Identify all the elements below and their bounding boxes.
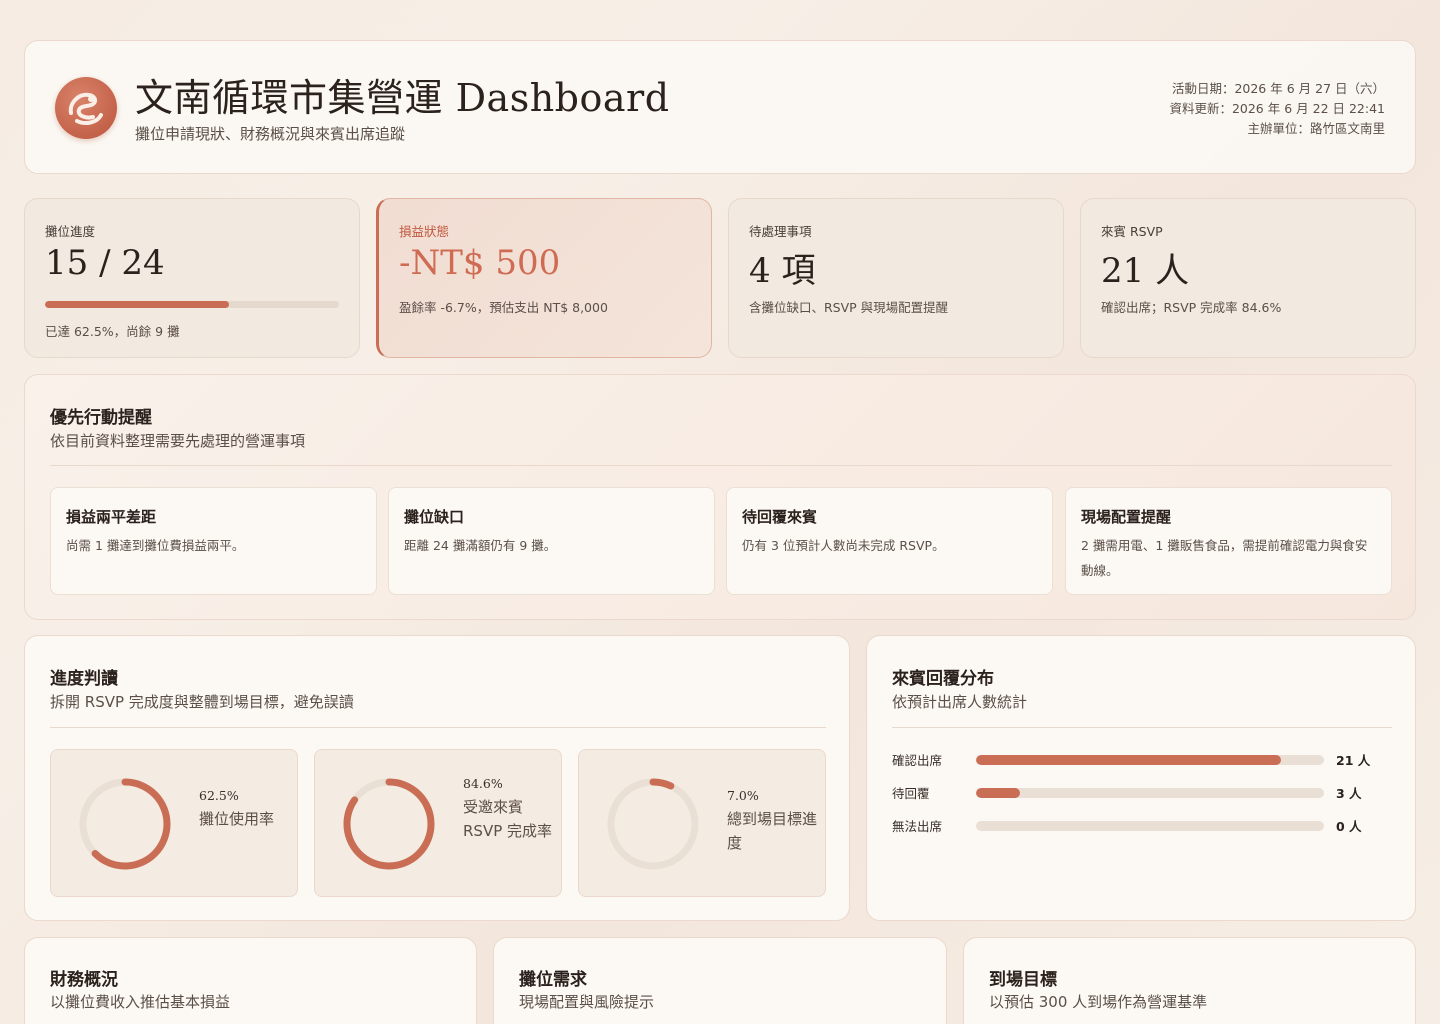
- donut-label: 總到場目標進度: [727, 810, 818, 852]
- section-subtitle: 以預估 300 人到場作為營運基準: [989, 993, 1208, 1011]
- section-title: 攤位需求: [519, 970, 587, 990]
- kpi-note: 已達 62.5%，尚餘 9 攤: [45, 324, 180, 339]
- section-title: 來賓回覆分布: [892, 669, 994, 689]
- donut-percent: 7.0%: [727, 788, 759, 803]
- bar-label: 確認出席: [892, 753, 943, 768]
- booth-usage-donut: [79, 778, 171, 870]
- attendance-target-donut: [607, 778, 699, 870]
- bar-fill: [976, 788, 1020, 798]
- dashboard-header: 文南循環市集營運 Dashboard 攤位申請現狀、財務概況與來賓出席追蹤 活動…: [24, 40, 1416, 174]
- attendance-target-panel: 到場目標 以預估 300 人到場作為營運基準: [963, 937, 1416, 1024]
- section-subtitle: 拆開 RSVP 完成度與整體到場目標，避免誤讀: [50, 693, 354, 711]
- alert-title: 攤位缺口: [404, 508, 465, 526]
- alert-card: 攤位缺口 距離 24 攤滿額仍有 9 攤。: [388, 487, 715, 595]
- section-subtitle: 現場配置與風險提示: [519, 993, 655, 1011]
- kpi-label: 來賓 RSVP: [1101, 224, 1163, 239]
- alert-text: 仍有 3 位預計人數尚未完成 RSVP。: [742, 538, 945, 553]
- divider: [50, 727, 826, 728]
- alert-card: 現場配置提醒 2 攤需用電、1 攤販售食品，需提前確認電力與食安動線。: [1065, 487, 1392, 595]
- page-title: 文南循環市集營運 Dashboard: [135, 76, 670, 120]
- guest-distribution-panel: 來賓回覆分布 依預計出席人數統計 確認出席 21 人 待回覆 3 人 無法出席 …: [866, 635, 1416, 921]
- bar-fill: [976, 755, 1281, 765]
- logo-icon: [55, 77, 117, 139]
- alert-text: 尚需 1 攤達到攤位費損益兩平。: [66, 538, 245, 553]
- donut-percent: 84.6%: [463, 776, 503, 791]
- booth-progress-fill: [45, 301, 229, 308]
- bar-label: 無法出席: [892, 819, 943, 834]
- section-subtitle: 依預計出席人數統計: [892, 693, 1028, 711]
- section-subtitle: 依目前資料整理需要先處理的營運事項: [50, 432, 306, 450]
- priority-actions-panel: 優先行動提醒 依目前資料整理需要先處理的營運事項 損益兩平差距 尚需 1 攤達到…: [24, 374, 1416, 620]
- bar-track: [976, 788, 1324, 798]
- section-title: 優先行動提醒: [50, 408, 152, 428]
- divider: [892, 727, 1392, 728]
- alert-card: 待回覆來賓 仍有 3 位預計人數尚未完成 RSVP。: [726, 487, 1053, 595]
- kpi-pnl-card: 損益狀態 -NT$ 500 盈餘率 -6.7%，預估支出 NT$ 8,000: [376, 198, 712, 358]
- donut-card: 62.5% 攤位使用率: [50, 749, 298, 897]
- donut-label: 攤位使用率: [199, 810, 275, 828]
- kpi-label: 損益狀態: [399, 224, 450, 239]
- donut-text: 84.6% 受邀來賓 RSVP 完成率: [463, 776, 553, 843]
- alert-title: 待回覆來賓: [742, 508, 818, 526]
- bar-track: [976, 755, 1324, 765]
- alert-text: 2 攤需用電、1 攤販售食品，需提前確認電力與食安動線。: [1081, 538, 1368, 578]
- progress-panel: 進度判讀 拆開 RSVP 完成度與整體到場目標，避免誤讀 62.5% 攤位使用率…: [24, 635, 850, 921]
- finance-panel: 財務概況 以攤位費收入推估基本損益: [24, 937, 477, 1024]
- kpi-note: 盈餘率 -6.7%，預估支出 NT$ 8,000: [399, 300, 608, 315]
- section-title: 到場目標: [989, 970, 1057, 990]
- booth-needs-panel: 攤位需求 現場配置與風險提示: [493, 937, 947, 1024]
- kpi-note: 含攤位缺口、RSVP 與現場配置提醒: [749, 300, 949, 315]
- donut-label: 受邀來賓 RSVP 完成率: [463, 798, 553, 840]
- section-subtitle: 以攤位費收入推估基本損益: [50, 993, 231, 1011]
- bar-row: 確認出席 21 人: [892, 750, 1392, 770]
- kpi-value: 21 人: [1101, 251, 1190, 291]
- bar-label: 待回覆: [892, 786, 930, 801]
- booth-progress-bar: [45, 301, 339, 308]
- kpi-note: 確認出席；RSVP 完成率 84.6%: [1101, 300, 1282, 315]
- section-title: 財務概況: [50, 970, 118, 990]
- donut-text: 62.5% 攤位使用率: [199, 788, 289, 831]
- bar-value: 21 人: [1336, 753, 1371, 768]
- section-title: 進度判讀: [50, 669, 118, 689]
- bar-track: [976, 821, 1324, 831]
- kpi-rsvp-card: 來賓 RSVP 21 人 確認出席；RSVP 完成率 84.6%: [1080, 198, 1416, 358]
- kpi-value: 15 / 24: [45, 243, 165, 283]
- alert-text: 距離 24 攤滿額仍有 9 攤。: [404, 538, 557, 553]
- event-date: 活動日期：2026 年 6 月 27 日（六）: [1171, 81, 1385, 96]
- bar-row: 無法出席 0 人: [892, 816, 1392, 836]
- kpi-booth-card: 攤位進度 15 / 24 已達 62.5%，尚餘 9 攤: [24, 198, 360, 358]
- rsvp-completion-donut: [343, 778, 435, 870]
- bar-value: 3 人: [1336, 786, 1362, 801]
- alert-card: 損益兩平差距 尚需 1 攤達到攤位費損益兩平。: [50, 487, 377, 595]
- page-subtitle: 攤位申請現狀、財務概況與來賓出席追蹤: [135, 125, 406, 143]
- kpi-label: 待處理事項: [749, 224, 812, 239]
- alert-title: 損益兩平差距: [66, 508, 157, 526]
- bar-row: 待回覆 3 人: [892, 783, 1392, 803]
- alert-title: 現場配置提醒: [1081, 508, 1172, 526]
- donut-card: 7.0% 總到場目標進度: [578, 749, 826, 897]
- kpi-value: -NT$ 500: [399, 243, 561, 283]
- kpi-label: 攤位進度: [45, 224, 96, 239]
- bar-value: 0 人: [1336, 819, 1362, 834]
- donut-percent: 62.5%: [199, 788, 239, 803]
- kpi-value: 4 項: [749, 251, 816, 291]
- donut-card: 84.6% 受邀來賓 RSVP 完成率: [314, 749, 562, 897]
- divider: [50, 465, 1392, 466]
- data-updated: 資料更新：2026 年 6 月 22 日 22:41: [1169, 101, 1385, 116]
- kpi-todo-card: 待處理事項 4 項 含攤位缺口、RSVP 與現場配置提醒: [728, 198, 1064, 358]
- event-meta: 活動日期：2026 年 6 月 27 日（六） 資料更新：2026 年 6 月 …: [1169, 79, 1385, 139]
- organizer: 主辦單位：路竹區文南里: [1247, 121, 1385, 136]
- donut-text: 7.0% 總到場目標進度: [727, 788, 817, 855]
